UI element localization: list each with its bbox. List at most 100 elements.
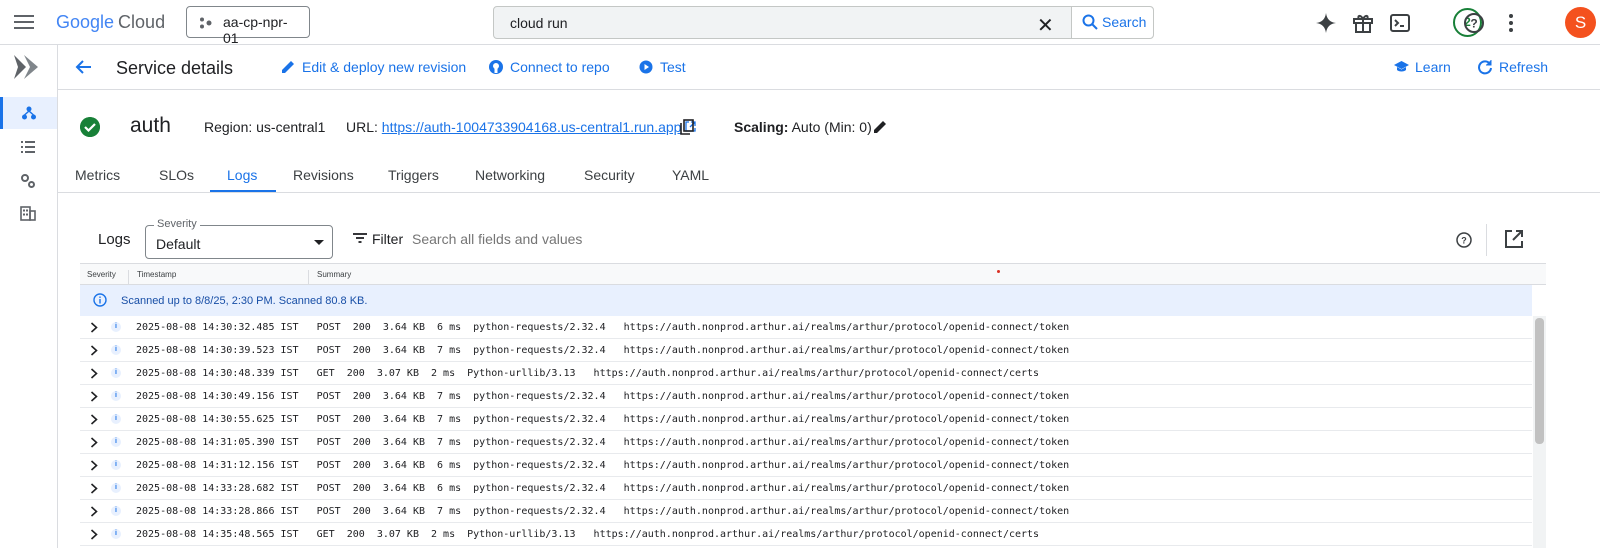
play-circle-icon — [639, 60, 653, 74]
tab-security[interactable]: Security — [584, 167, 635, 183]
project-selector[interactable]: aa-cp-npr-01 — [186, 6, 310, 46]
scrollbar-thumb[interactable] — [1535, 318, 1544, 444]
chevron-right-icon[interactable] — [90, 483, 98, 494]
info-severity-icon: i — [111, 529, 121, 539]
sidebar-item-services[interactable] — [0, 97, 57, 129]
url-label: URL: — [346, 119, 378, 135]
log-search-input[interactable] — [412, 231, 1012, 247]
info-severity-icon: i — [111, 506, 121, 516]
help-circle-icon[interactable]: ? — [1462, 11, 1486, 35]
chevron-right-icon[interactable] — [90, 345, 98, 356]
copy-icon[interactable] — [680, 119, 694, 135]
info-severity-icon: i — [111, 414, 121, 424]
logo-cloud: Cloud — [118, 12, 166, 32]
scaling-value: Auto (Min: 0) — [791, 119, 872, 135]
menu-icon[interactable] — [14, 12, 34, 32]
tab-revisions[interactable]: Revisions — [293, 167, 354, 183]
column-timestamp[interactable]: Timestamp — [137, 270, 176, 279]
scan-info-text: Scanned up to 8/8/25, 2:30 PM. Scanned 8… — [121, 295, 368, 307]
log-summary: 2025-08-08 14:31:12.156 IST POST 200 3.6… — [136, 460, 1070, 471]
tab-yaml[interactable]: YAML — [672, 167, 709, 183]
logo-google: Google — [56, 12, 115, 32]
log-row[interactable]: i 2025-08-08 14:35:48.565 IST GET 200 3.0… — [80, 523, 1532, 546]
log-summary: 2025-08-08 14:31:05.390 IST POST 200 3.6… — [136, 437, 1070, 448]
pencil-icon — [282, 61, 294, 73]
chevron-right-icon[interactable] — [90, 368, 98, 379]
edit-deploy-button[interactable]: Edit & deploy new revision — [280, 59, 466, 77]
log-row[interactable]: i 2025-08-08 14:30:48.339 IST GET 200 3.0… — [80, 362, 1532, 385]
chevron-right-icon[interactable] — [90, 437, 98, 448]
service-tabs: Metrics SLOs Logs Revisions Triggers Net… — [58, 160, 1600, 193]
log-row[interactable]: i 2025-08-08 14:33:28.866 IST POST 200 3.… — [80, 500, 1532, 523]
school-icon — [1394, 61, 1409, 72]
filter-label: Filter — [372, 231, 404, 247]
info-severity-icon: i — [111, 345, 121, 355]
chevron-right-icon[interactable] — [90, 391, 98, 402]
chevron-right-icon[interactable] — [90, 322, 98, 333]
tab-slos[interactable]: SLOs — [159, 167, 194, 183]
filter-icon — [353, 233, 367, 243]
chevron-right-icon[interactable] — [90, 460, 98, 471]
search-button[interactable]: Search — [1071, 7, 1153, 38]
severity-label: Severity — [154, 218, 200, 230]
learn-button[interactable]: Learn — [1393, 59, 1453, 77]
gears-icon — [21, 174, 35, 188]
severity-value: Default — [156, 236, 201, 252]
log-row[interactable]: i 2025-08-08 14:30:55.625 IST POST 200 3.… — [80, 408, 1532, 431]
column-summary[interactable]: Summary — [317, 270, 351, 279]
clear-icon[interactable]: ✕ — [1037, 13, 1054, 38]
google-cloud-logo[interactable]: Google Cloud — [56, 12, 165, 33]
log-summary: 2025-08-08 14:33:28.682 IST POST 200 3.6… — [136, 483, 1070, 494]
cloud-run-logo-icon[interactable] — [12, 53, 44, 81]
log-row[interactable]: i 2025-08-08 14:30:39.523 IST POST 200 3.… — [80, 339, 1532, 362]
connect-repo-label: Connect to repo — [510, 59, 610, 75]
info-severity-icon: i — [111, 391, 121, 401]
help-icon[interactable]: ? — [1455, 231, 1473, 249]
tab-metrics[interactable]: Metrics — [75, 167, 120, 183]
test-button[interactable]: Test — [638, 59, 698, 77]
cloud-shell-icon[interactable] — [1388, 11, 1412, 35]
log-row[interactable]: i 2025-08-08 14:31:12.156 IST POST 200 3.… — [80, 454, 1532, 477]
back-arrow-icon[interactable] — [74, 57, 94, 77]
product-sidebar — [0, 45, 58, 548]
info-severity-icon: i — [111, 437, 121, 447]
severity-select[interactable]: Severity Default — [145, 218, 333, 259]
tab-logs[interactable]: Logs — [227, 167, 257, 183]
page-title: Service details — [116, 58, 234, 78]
log-row[interactable]: i 2025-08-08 14:31:05.390 IST POST 200 3.… — [80, 431, 1532, 454]
services-icon — [22, 106, 36, 120]
info-severity-icon: i — [111, 460, 121, 470]
log-row[interactable]: i 2025-08-08 14:33:28.682 IST POST 200 3.… — [80, 477, 1532, 500]
log-row[interactable]: i 2025-08-08 14:30:32.485 IST POST 200 3.… — [80, 316, 1532, 339]
column-severity[interactable]: Severity — [87, 270, 116, 279]
open-in-new-icon[interactable] — [1504, 229, 1524, 249]
search-input[interactable] — [510, 15, 1010, 31]
chevron-right-icon[interactable] — [90, 506, 98, 517]
gemini-icon[interactable] — [1314, 11, 1338, 35]
log-summary: 2025-08-08 14:30:49.156 IST POST 200 3.6… — [136, 391, 1070, 402]
service-info: auth Region: us-central1 URL: https://au… — [58, 90, 1600, 160]
edit-scaling-icon[interactable] — [872, 119, 888, 135]
test-label: Test — [660, 59, 686, 75]
tab-networking[interactable]: Networking — [475, 167, 545, 183]
log-row[interactable]: i 2025-08-08 14:30:49.156 IST POST 200 3.… — [80, 385, 1532, 408]
more-vert-icon[interactable] — [1499, 11, 1523, 35]
logs-toolbar: Logs Severity Default Filter ? — [80, 218, 1546, 263]
github-icon — [489, 60, 503, 74]
project-icon — [200, 17, 212, 29]
chevron-right-icon[interactable] — [90, 529, 98, 540]
search-button-label: Search — [1102, 14, 1147, 30]
info-severity-icon: i — [111, 322, 121, 332]
gift-icon[interactable] — [1351, 11, 1375, 35]
service-url-link[interactable]: https://auth-1004733904168.us-central1.r… — [382, 119, 682, 135]
sidebar-item-settings[interactable] — [0, 165, 57, 197]
connect-repo-button[interactable]: Connect to repo — [488, 59, 618, 77]
tab-triggers[interactable]: Triggers — [388, 167, 439, 183]
sidebar-item-domains[interactable] — [0, 197, 57, 229]
avatar[interactable]: S — [1565, 7, 1596, 38]
list-icon — [21, 141, 35, 153]
sidebar-item-jobs[interactable] — [0, 131, 57, 163]
refresh-button[interactable]: Refresh — [1477, 59, 1548, 77]
filter-button[interactable]: Filter — [352, 231, 403, 248]
chevron-right-icon[interactable] — [90, 414, 98, 425]
